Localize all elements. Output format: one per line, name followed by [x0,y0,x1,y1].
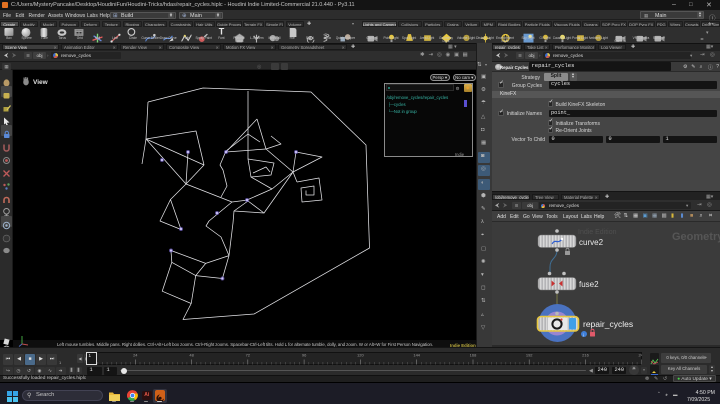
svg-text:216: 216 [582,352,589,357]
svg-text:curve2: curve2 [579,238,604,247]
svg-text:144: 144 [413,352,420,357]
svg-text:120: 120 [357,352,364,357]
svg-text:240: 240 [638,352,642,357]
svg-text:fuse2: fuse2 [579,280,599,289]
svg-text:24: 24 [133,352,138,357]
svg-text:192: 192 [526,352,533,357]
svg-text:96: 96 [302,352,307,357]
svg-text:72: 72 [246,352,251,357]
svg-text:48: 48 [189,352,194,357]
svg-text:repair_cycles: repair_cycles [583,319,633,329]
svg-text:168: 168 [470,352,477,357]
